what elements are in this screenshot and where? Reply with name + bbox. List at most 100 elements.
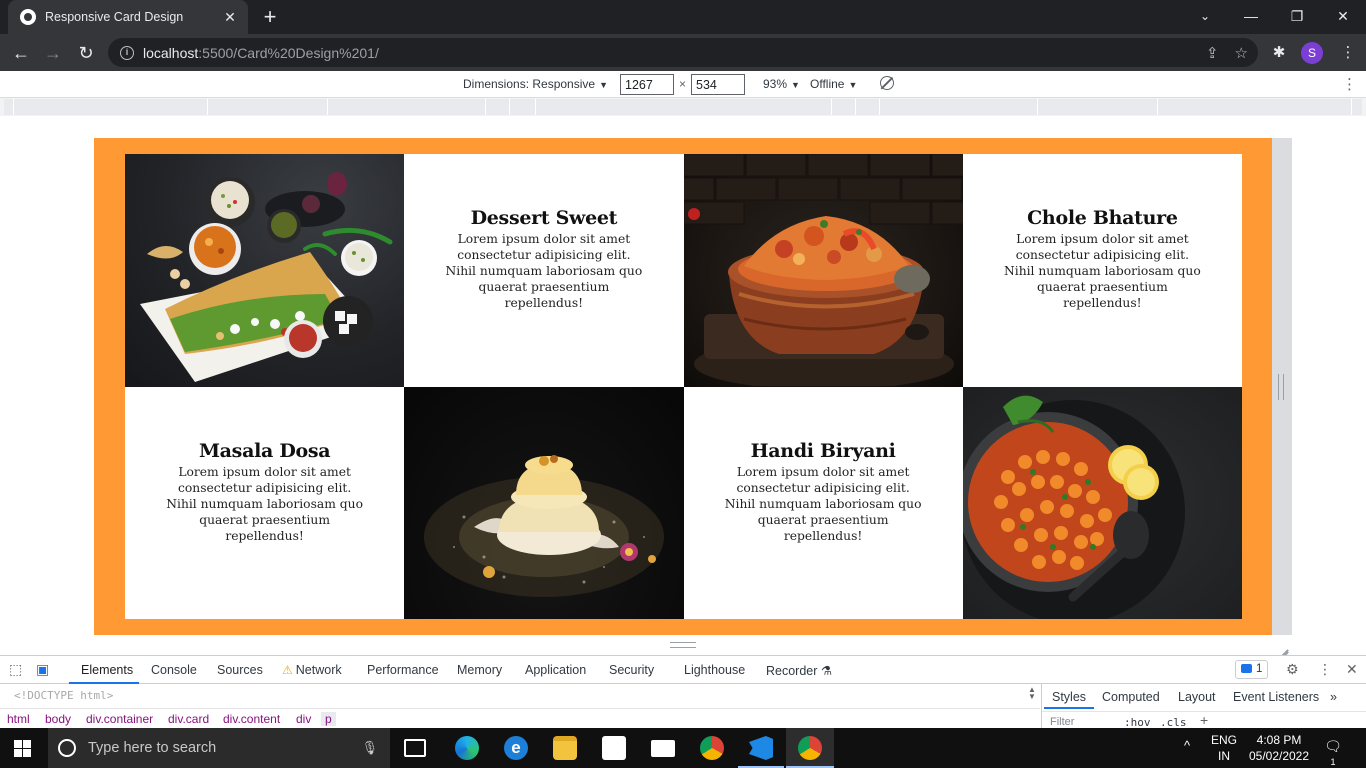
mq-segment[interactable] <box>208 99 328 115</box>
tab-styles[interactable]: Styles <box>1052 690 1086 704</box>
store-icon[interactable] <box>602 736 626 760</box>
windows-start-icon[interactable] <box>14 740 31 757</box>
forward-button[interactable]: → <box>40 40 66 66</box>
viewport-height-input[interactable] <box>691 74 745 95</box>
breadcrumb-item[interactable]: div.content <box>223 712 280 726</box>
notification-center-icon[interactable]: 🗨1 <box>1322 738 1344 768</box>
bottom-resize-handle-icon[interactable] <box>670 642 696 648</box>
tab-performance[interactable]: Performance <box>367 663 439 677</box>
tab-sources[interactable]: Sources <box>217 663 263 677</box>
window-close-button[interactable]: ✕ <box>1320 0 1366 34</box>
throttle-dropdown[interactable]: Offline ▼ <box>810 77 857 91</box>
settings-gear-icon[interactable]: ⚙ <box>1286 661 1299 678</box>
browser-tab[interactable]: Responsive Card Design ✕ <box>8 0 248 34</box>
breadcrumb-item-selected[interactable]: p <box>321 712 336 726</box>
task-view-icon[interactable] <box>404 739 426 757</box>
tab-layout[interactable]: Layout <box>1178 690 1216 704</box>
chrome-profile-icon[interactable] <box>798 736 822 760</box>
new-rule-icon[interactable]: + <box>1200 712 1208 728</box>
devtools-more-icon[interactable]: ⋮ <box>1318 661 1332 678</box>
breadcrumb-item[interactable]: div.container <box>86 712 153 726</box>
chrome-icon[interactable] <box>700 736 724 760</box>
address-bar[interactable]: i localhost:5500/Card%20Design%201/ ⇪ ☆ <box>108 38 1258 67</box>
breadcrumb-item[interactable]: html <box>7 712 30 726</box>
dom-doctype-line[interactable]: <!DOCTYPE html> <box>14 689 113 702</box>
tab-security[interactable]: Security <box>609 663 654 677</box>
device-toggle-icon[interactable]: ▣ <box>36 661 49 678</box>
mq-segment[interactable] <box>880 99 1038 115</box>
tab-console[interactable]: Console <box>151 663 197 677</box>
mq-segment[interactable] <box>486 99 510 115</box>
file-explorer-icon[interactable] <box>553 736 577 760</box>
breadcrumb-item[interactable]: div <box>296 712 311 726</box>
new-tab-button[interactable]: + <box>258 4 282 30</box>
vscode-icon[interactable] <box>749 736 773 760</box>
language-indicator[interactable]: ENG IN <box>1208 732 1240 764</box>
tab-computed[interactable]: Computed <box>1102 690 1160 704</box>
corner-resize-handle-icon[interactable] <box>1276 640 1288 652</box>
issues-badge[interactable]: 1 <box>1235 660 1269 679</box>
minimize-button[interactable]: — <box>1228 0 1274 34</box>
flask-icon: ⚗ <box>820 664 833 678</box>
chole-bowl-image <box>962 395 1185 619</box>
styles-filter-row: Filter :hov .cls + <box>1042 711 1366 729</box>
windows-taskbar: Type here to search 🎙 e ^ ENG IN 4:08 PM 0… <box>0 728 1366 768</box>
tab-application[interactable]: Application <box>525 663 586 677</box>
device-more-options-icon[interactable]: ⋮ <box>1342 75 1357 93</box>
profile-avatar[interactable]: S <box>1301 42 1323 64</box>
bookmark-star-icon[interactable]: ☆ <box>1235 44 1248 62</box>
right-resize-handle-icon[interactable] <box>1278 374 1284 400</box>
clock[interactable]: 4:08 PM 05/02/2022 <box>1248 732 1310 764</box>
restore-button[interactable]: ❐ <box>1274 0 1320 34</box>
tab-elements[interactable]: Elements <box>81 663 133 677</box>
tab-recorder[interactable]: Recorder ⚗ <box>766 663 832 678</box>
edge-icon[interactable] <box>455 736 479 760</box>
inspect-element-icon[interactable]: ⬚ <box>9 661 22 678</box>
tab-title: Responsive Card Design <box>45 10 184 24</box>
dom-scroll-arrows-icon[interactable]: ▲ ▼ <box>1028 686 1036 701</box>
show-hidden-icons-chevron[interactable]: ^ <box>1184 738 1190 754</box>
edge-legacy-icon[interactable]: e <box>504 736 528 760</box>
breadcrumb-item[interactable]: body <box>45 712 71 726</box>
share-icon[interactable]: ⇪ <box>1206 44 1219 62</box>
mq-segment[interactable] <box>510 99 536 115</box>
site-info-icon[interactable]: i <box>120 45 134 60</box>
breadcrumb-item[interactable]: div.card <box>168 712 209 726</box>
more-tabs-icon[interactable]: » <box>1330 690 1337 704</box>
devtools-close-icon[interactable]: ✕ <box>1346 661 1358 678</box>
zoom-dropdown[interactable]: 93% ▼ <box>763 77 800 91</box>
tab-network[interactable]: ⚠ Network <box>282 663 342 677</box>
close-tab-icon[interactable]: ✕ <box>222 9 238 26</box>
styles-filter-input[interactable]: Filter <box>1050 716 1074 728</box>
tab-search-icon[interactable]: ⌄ <box>1182 0 1228 34</box>
browser-menu-icon[interactable]: ⋮ <box>1336 40 1360 66</box>
dessert-sweet-image <box>424 454 665 597</box>
viewport-width-input[interactable] <box>620 74 674 95</box>
extensions-icon[interactable]: ✱ <box>1267 40 1291 66</box>
mq-segment[interactable] <box>328 99 486 115</box>
reload-button[interactable]: ↻ <box>73 40 99 66</box>
card-title: Dessert Sweet <box>470 207 618 230</box>
tab-lighthouse[interactable]: Lighthouse <box>684 663 745 677</box>
card-title: Masala Dosa <box>198 439 331 462</box>
mq-segment[interactable] <box>832 99 856 115</box>
mail-icon[interactable] <box>651 740 675 757</box>
mq-segment[interactable] <box>856 99 880 115</box>
mq-segment[interactable] <box>14 99 208 115</box>
card-image-biryani <box>683 154 963 387</box>
mq-segment[interactable] <box>1038 99 1158 115</box>
url-text[interactable]: localhost:5500/Card%20Design%201/ <box>143 45 1190 61</box>
mq-segment[interactable] <box>4 99 14 115</box>
mq-segment[interactable] <box>1158 99 1352 115</box>
tab-event-listeners[interactable]: Event Listeners <box>1233 690 1319 704</box>
tab-memory[interactable]: Memory <box>457 663 502 677</box>
mq-segment[interactable] <box>536 99 832 115</box>
dimensions-dropdown[interactable]: Dimensions: Responsive ▼ <box>463 77 608 91</box>
microphone-icon[interactable]: 🎙 <box>361 740 378 756</box>
media-query-bar[interactable] <box>4 99 1362 115</box>
active-tab-indicator <box>69 682 139 684</box>
notification-count-badge: 1 <box>1330 757 1336 767</box>
back-button[interactable]: ← <box>8 40 34 66</box>
rotate-icon[interactable] <box>880 76 894 90</box>
taskbar-search-box[interactable]: Type here to search 🎙 <box>48 728 390 768</box>
